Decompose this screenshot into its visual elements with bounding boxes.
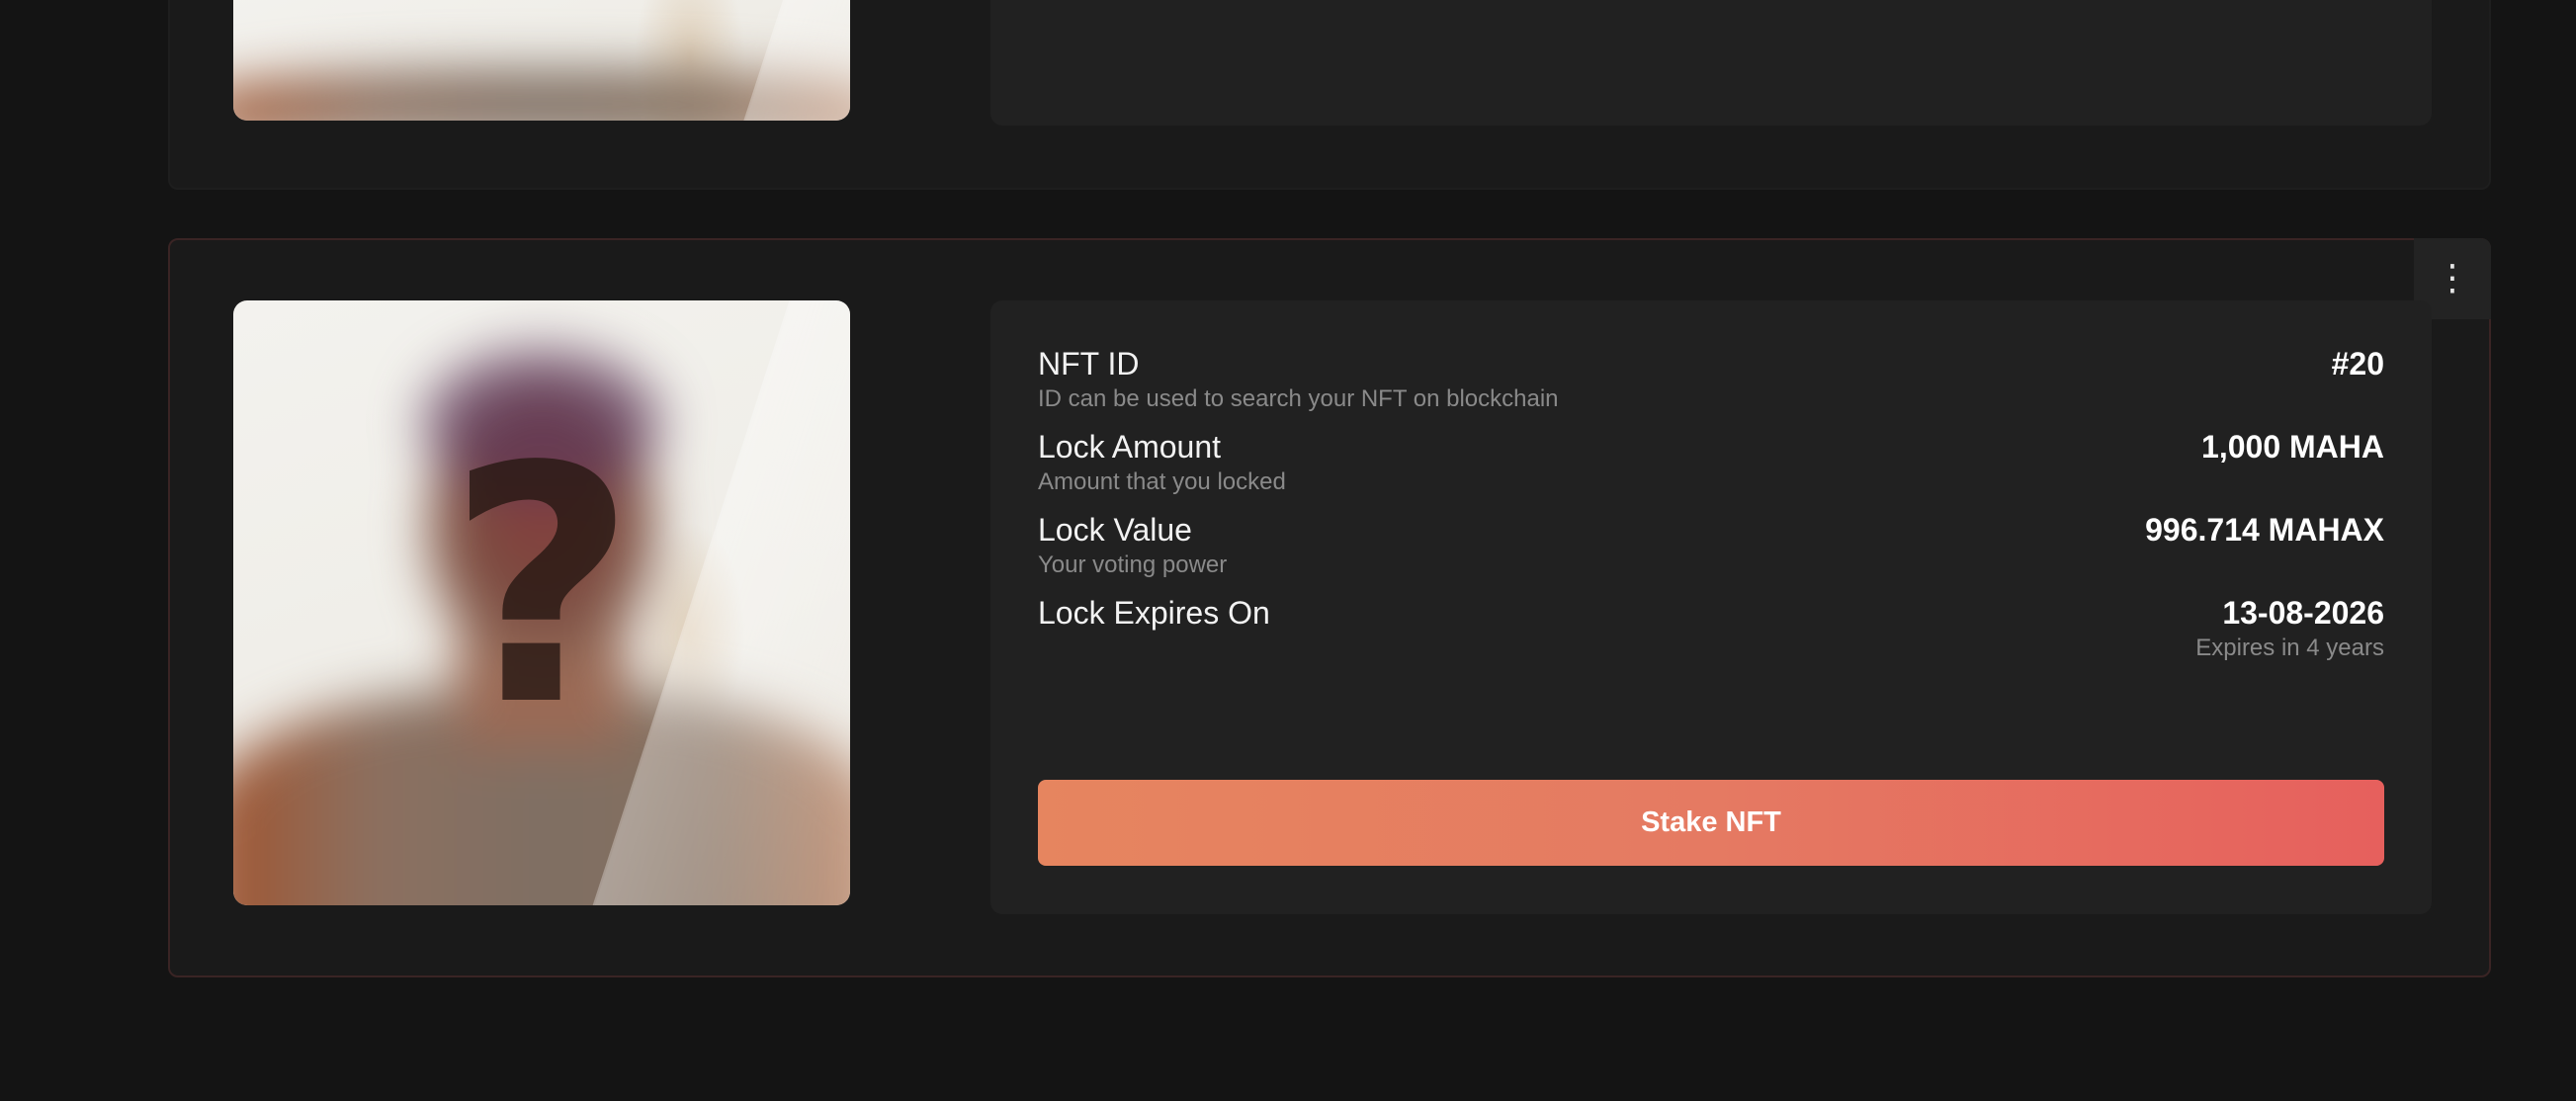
lock-value-row: Lock Value Your voting power 996.714 MAH… [1038,512,2384,591]
nft-id-value: #20 [2331,346,2384,381]
nft-card: ⋮ ? NFT ID ID can be used to search your… [168,238,2491,977]
lock-amount-label: Lock Amount [1038,429,1221,465]
page: ⋮ ? NFT ID ID can be used to search your… [0,0,2576,1101]
nft-details-panel-previous [990,0,2432,126]
lock-amount-value: 1,000 MAHA [2201,429,2384,465]
lock-amount-description: Amount that you locked [1038,468,1286,495]
nft-id-label: NFT ID [1038,346,1140,381]
lock-expires-label: Lock Expires On [1038,595,1270,631]
nft-id-description: ID can be used to search your NFT on blo… [1038,385,1559,412]
nft-id-row: NFT ID ID can be used to search your NFT… [1038,346,2384,425]
nft-card-previous [168,0,2491,190]
nft-image-previous [233,0,850,121]
more-vertical-icon: ⋮ [2435,258,2470,298]
nft-image: ? [233,300,850,905]
question-mark-icon: ? [447,397,637,777]
lock-value-value: 996.714 MAHAX [2145,512,2384,548]
nft-details-panel: NFT ID ID can be used to search your NFT… [990,300,2432,914]
lock-value-description: Your voting power [1038,551,1228,578]
stake-nft-button[interactable]: Stake NFT [1038,780,2384,866]
lock-expires-value: 13-08-2026 [2222,595,2384,631]
lock-value-label: Lock Value [1038,512,1192,548]
lock-expires-relative: Expires in 4 years [2195,635,2384,661]
lock-expires-row: Lock Expires On 13-08-2026 Expires in 4 … [1038,595,2384,674]
lock-amount-row: Lock Amount Amount that you locked 1,000… [1038,429,2384,508]
